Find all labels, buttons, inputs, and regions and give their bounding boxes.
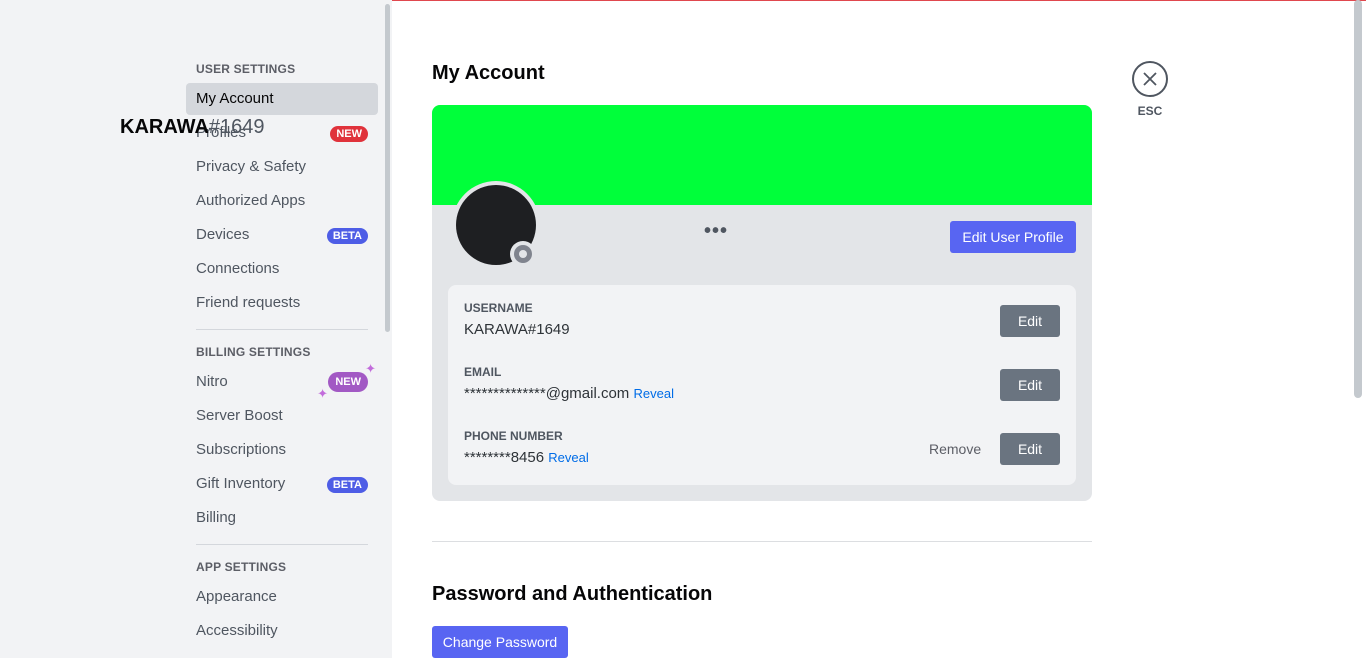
sidebar-item-label: Subscriptions (196, 441, 287, 458)
main-scrollbar[interactable] (1354, 0, 1362, 398)
avatar-frame (452, 181, 540, 269)
sidebar-item-accessibility[interactable]: Accessibility (186, 615, 378, 647)
username-text: KARAWA (120, 116, 209, 138)
password-section-title: Password and Authentication (432, 583, 713, 605)
sidebar-separator (196, 544, 368, 545)
sidebar-item-label: Devices (196, 226, 250, 243)
sidebar-item-appearance[interactable]: Appearance (186, 581, 378, 613)
offline-status-icon (514, 245, 532, 263)
sparkle-icon: ✦ (317, 386, 328, 401)
sidebar-item-subscriptions[interactable]: Subscriptions (186, 434, 378, 466)
account-profile-card: USERNAME KARAWA#1649 Edit EMAIL ********… (432, 105, 1092, 501)
sidebar-item-label: Privacy & Safety (196, 158, 307, 175)
more-options-icon[interactable]: ••• (704, 220, 728, 243)
reveal-email-link[interactable]: Reveal (633, 386, 673, 401)
sidebar-item-gift-inventory[interactable]: Gift Inventory BETA (186, 468, 378, 500)
sidebar-item-friend-requests[interactable]: Friend requests (186, 287, 378, 319)
sidebar-item-label: Server Boost (196, 407, 283, 424)
sidebar-scrollbar[interactable] (385, 4, 390, 332)
status-hole (519, 250, 527, 258)
sidebar-item-devices[interactable]: Devices BETA (186, 219, 378, 251)
discriminator-text: #1649 (208, 116, 265, 138)
sidebar-item-label: Appearance (196, 588, 277, 605)
sidebar-item-label: Gift Inventory (196, 475, 286, 492)
edit-phone-button[interactable]: Edit (1000, 433, 1060, 465)
sidebar-item-label: Billing (196, 509, 237, 526)
sidebar-item-nitro[interactable]: Nitro NEW ✦ ✦ (186, 362, 378, 401)
email-value: **************@gmail.com (464, 385, 630, 402)
edit-username-button[interactable]: Edit (1000, 305, 1060, 337)
sidebar-item-connections[interactable]: Connections (186, 253, 378, 285)
section-divider (432, 541, 1092, 542)
status-indicator (510, 241, 536, 267)
sidebar-item-label: Accessibility (196, 622, 278, 639)
account-fields-panel: USERNAME KARAWA#1649 Edit EMAIL ********… (448, 285, 1076, 485)
beta-badge: BETA (326, 477, 368, 493)
remove-phone-button[interactable]: Remove (929, 441, 981, 457)
sidebar-item-server-boost[interactable]: Server Boost (186, 400, 378, 432)
edit-user-profile-button[interactable]: Edit User Profile (950, 221, 1076, 253)
edit-email-button[interactable]: Edit (1000, 369, 1060, 401)
new-badge: NEW (330, 126, 368, 142)
beta-badge: BETA (326, 228, 368, 244)
close-icon (1143, 72, 1157, 86)
phone-value: ********8456 (464, 449, 545, 466)
profile-username: KARAWA#1649 (120, 116, 265, 139)
sidebar-separator (196, 329, 368, 330)
username-value: KARAWA#1649 (464, 321, 570, 338)
sidebar-item-my-account[interactable]: My Account (186, 83, 378, 115)
sidebar-item-label: My Account (196, 90, 274, 107)
email-label: EMAIL (464, 365, 502, 379)
phone-label: PHONE NUMBER (464, 429, 563, 443)
sparkle-icon: ✦ (365, 361, 376, 376)
sidebar-header-user-settings: USER SETTINGS (196, 62, 296, 76)
sidebar-header-billing-settings: BILLING SETTINGS (196, 345, 311, 359)
email-value-row: **************@gmail.com Reveal (464, 385, 674, 402)
settings-sidebar: USER SETTINGS My Account Profiles NEW Pr… (0, 0, 392, 658)
profile-banner (432, 105, 1092, 205)
username-label: USERNAME (464, 301, 533, 315)
close-settings-button[interactable] (1132, 61, 1168, 97)
page-title: My Account (432, 62, 545, 84)
sidebar-item-privacy-safety[interactable]: Privacy & Safety (186, 151, 378, 183)
sidebar-header-app-settings: APP SETTINGS (196, 560, 287, 574)
sidebar-item-billing[interactable]: Billing (186, 502, 378, 534)
sidebar-item-label: Connections (196, 260, 280, 277)
change-password-button[interactable]: Change Password (432, 626, 568, 658)
sidebar-item-authorized-apps[interactable]: Authorized Apps (186, 185, 378, 217)
esc-label: ESC (1137, 104, 1163, 118)
new-badge: NEW (328, 372, 368, 392)
sidebar-item-label: Friend requests (196, 294, 301, 311)
sidebar-item-label: Authorized Apps (196, 192, 306, 209)
reveal-phone-link[interactable]: Reveal (548, 450, 588, 465)
sidebar-item-label: Nitro (196, 373, 228, 390)
phone-value-row: ********8456 Reveal (464, 449, 589, 466)
